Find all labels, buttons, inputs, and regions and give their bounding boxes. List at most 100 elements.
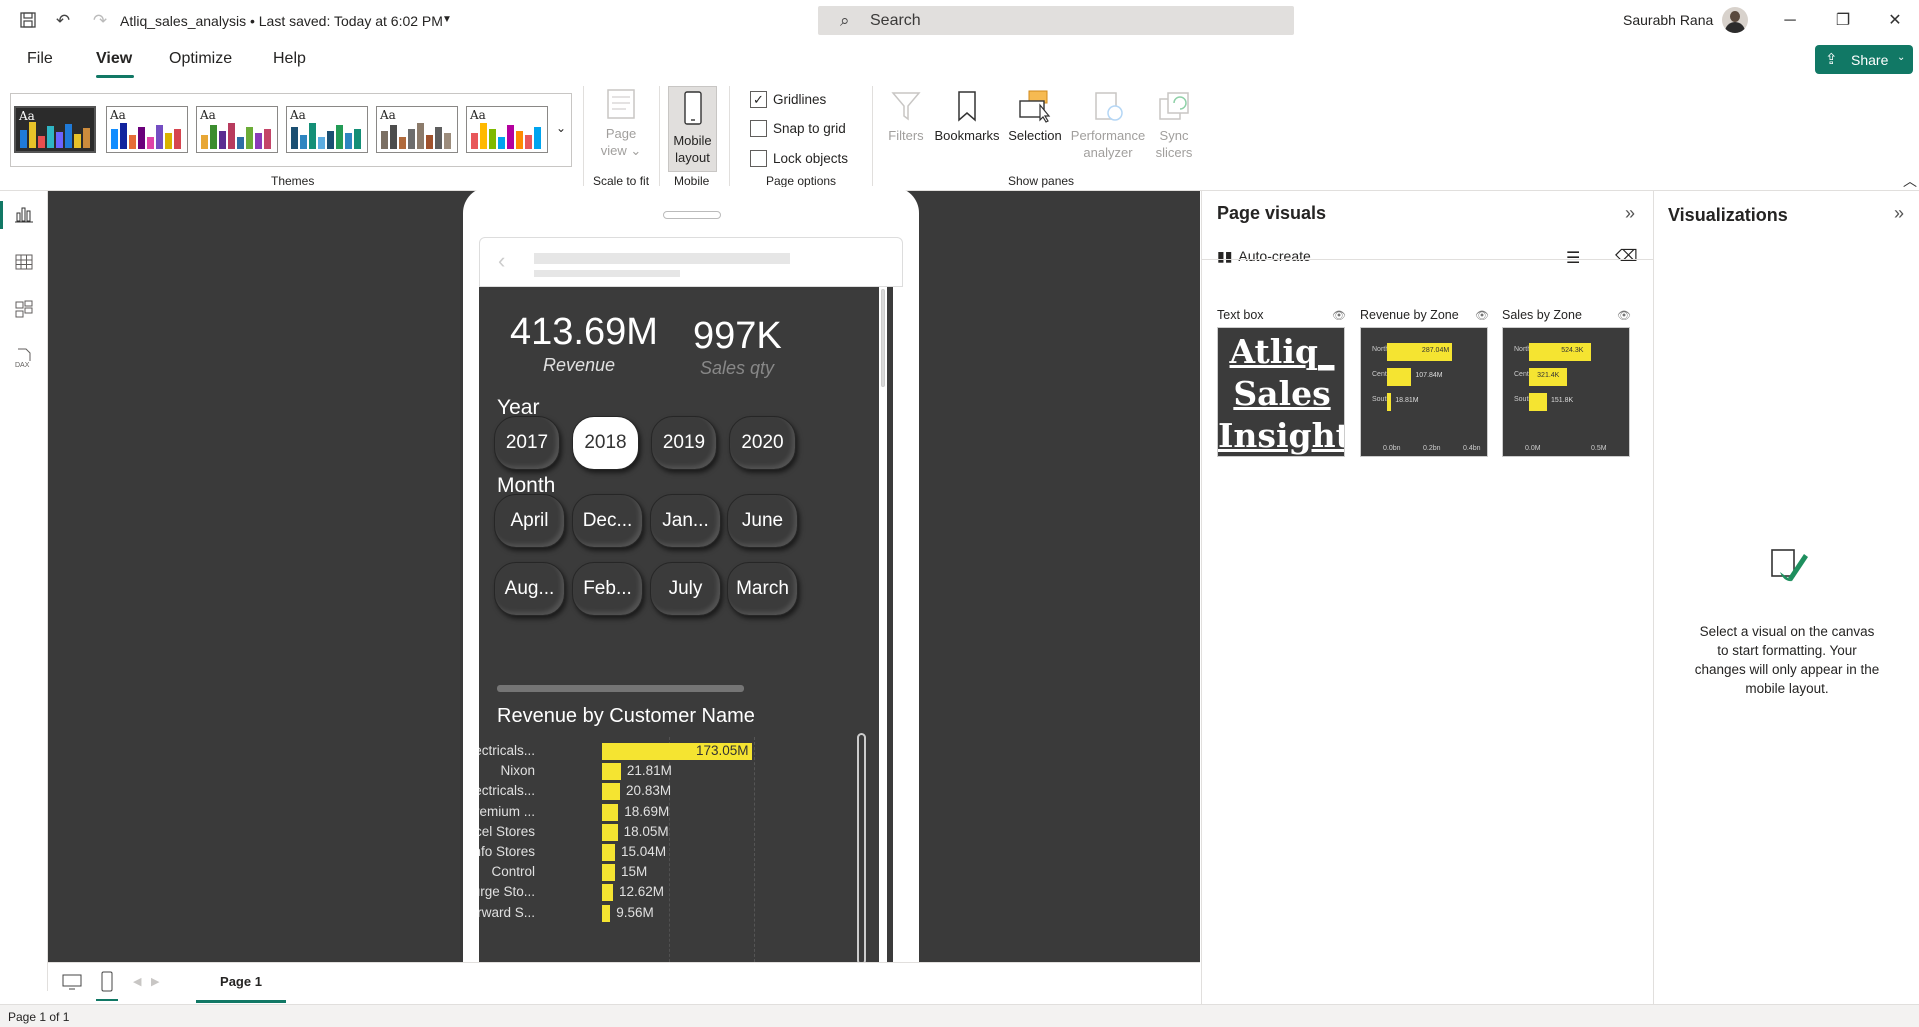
- redo-icon[interactable]: ↷: [90, 11, 110, 31]
- sales-qty-kpi-label: Sales qty: [700, 358, 775, 378]
- chart-bar[interactable]: [602, 803, 619, 821]
- chart-bar-row[interactable]: Nixon 21.81M: [479, 761, 819, 781]
- restore-icon[interactable]: ❐: [1828, 9, 1858, 33]
- year-slicer-button-selected[interactable]: 2018: [572, 416, 639, 470]
- ribbon-collapse-icon[interactable]: ︿: [1903, 171, 1917, 191]
- format-paintbrush-icon: [1766, 542, 1810, 586]
- save-icon[interactable]: [18, 11, 38, 31]
- revenue-kpi-value[interactable]: 413.69M: [510, 311, 658, 354]
- minimize-icon[interactable]: ─: [1775, 9, 1805, 33]
- chart-bar[interactable]: [602, 844, 616, 861]
- sync-slicers-button[interactable]: Sync slicers: [1150, 89, 1198, 161]
- visualizations-title: Visualizations: [1668, 205, 1788, 225]
- page-view-button[interactable]: Page view ⌄: [595, 87, 647, 159]
- mobile-layout-button[interactable]: Mobile layout: [668, 86, 717, 172]
- eye-icon[interactable]: 👁: [1475, 309, 1489, 322]
- textbox-thumbnail[interactable]: Atliq_ Sales Insight: [1217, 327, 1345, 457]
- undo-icon[interactable]: ↶: [53, 11, 73, 31]
- report-view-icon[interactable]: [13, 204, 35, 226]
- model-view-icon[interactable]: [13, 299, 35, 321]
- prev-page-icon[interactable]: ◀: [133, 975, 141, 988]
- theme-option[interactable]: Aa: [376, 106, 458, 153]
- dax-query-view-icon[interactable]: DAX: [13, 347, 35, 369]
- chart-bar[interactable]: [602, 823, 618, 841]
- chart-bar-row[interactable]: Premium ... 18.69M: [479, 802, 819, 822]
- mobile-layout-tab-icon[interactable]: [96, 967, 118, 1001]
- sales-qty-kpi-value[interactable]: 997K: [693, 315, 782, 358]
- theme-option[interactable]: Aa: [466, 106, 548, 153]
- chart-bar[interactable]: [602, 763, 621, 781]
- chart-bar-row[interactable]: Electricals... 173.05M: [479, 741, 819, 761]
- close-icon[interactable]: ✕: [1880, 9, 1910, 33]
- chart-bar-row[interactable]: Info Stores 15.04M: [479, 842, 819, 862]
- selection-pane-button[interactable]: Selection: [1004, 89, 1066, 144]
- visual-thumb-label: Revenue by Zone: [1360, 308, 1459, 322]
- desktop-layout-icon[interactable]: [62, 973, 82, 996]
- page-count-status: Page 1 of 1: [8, 1010, 70, 1024]
- filters-pane-button[interactable]: Filters: [880, 89, 932, 144]
- chart-category-label: Surge Sto...: [479, 884, 535, 900]
- revenue-by-zone-thumbnail[interactable]: North 287.04M Central 107.84M South 18.81M 0.0…: [1360, 327, 1488, 457]
- month-slicer-scrollbar[interactable]: [497, 685, 744, 692]
- user-name[interactable]: Saurabh Rana: [1623, 12, 1713, 28]
- themes-expand-icon[interactable]: ⌄: [556, 121, 566, 135]
- tab-file[interactable]: File: [27, 50, 53, 68]
- group-label-show-panes: Show panes: [1008, 174, 1075, 188]
- theme-option[interactable]: Aa: [14, 106, 96, 153]
- performance-analyzer-button[interactable]: Performance analyzer: [1066, 89, 1150, 161]
- chart-bar-row[interactable]: Excel Stores 18.05M: [479, 822, 819, 842]
- chart-data-label: 173.05M: [696, 743, 749, 758]
- chart-bar[interactable]: [602, 864, 615, 882]
- bookmarks-pane-button[interactable]: Bookmarks: [930, 89, 1004, 144]
- eye-icon[interactable]: 👁: [1332, 309, 1346, 322]
- month-slicer-button[interactable]: March: [727, 562, 798, 616]
- avatar[interactable]: [1722, 7, 1748, 33]
- mini-bar: [1529, 393, 1548, 411]
- ribbon: Aa Aa Aa Aa Aa Aa ⌄ Themes Page view ⌄ S…: [0, 81, 1919, 191]
- eye-icon[interactable]: 👁: [1617, 309, 1631, 322]
- chart-bar[interactable]: [602, 904, 611, 922]
- revenue-chart-title: Revenue by Customer Name: [497, 705, 755, 727]
- chart-bar[interactable]: [602, 783, 621, 801]
- month-slicer-button[interactable]: Dec...: [572, 494, 643, 548]
- tab-help[interactable]: Help: [273, 50, 306, 68]
- chart-bar-row[interactable]: Forward S... 9.56M: [479, 903, 819, 923]
- collapse-pane-icon[interactable]: »: [1894, 203, 1904, 224]
- page-tab[interactable]: Page 1: [196, 963, 286, 1003]
- group-label-themes: Themes: [271, 174, 315, 188]
- chart-scrollbar[interactable]: [857, 733, 866, 965]
- tab-view[interactable]: View: [96, 50, 132, 68]
- mobile-screen-scrollbar[interactable]: [879, 287, 887, 966]
- month-slicer-button[interactable]: Jan...: [650, 494, 721, 548]
- month-slicer-button[interactable]: Aug...: [494, 562, 565, 616]
- title-dropdown-icon[interactable]: ▼: [442, 14, 452, 25]
- chart-bar-row[interactable]: Control 15M: [479, 862, 819, 882]
- visual-thumb-label: Text box: [1217, 308, 1264, 322]
- theme-option[interactable]: Aa: [106, 106, 188, 153]
- year-slicer-button[interactable]: 2017: [494, 416, 560, 470]
- year-slicer-button[interactable]: 2019: [651, 416, 717, 470]
- auto-create-button[interactable]: ▮▮ Auto-create: [1217, 248, 1311, 265]
- chart-bar[interactable]: [602, 884, 613, 902]
- month-slicer-button[interactable]: June: [727, 494, 798, 548]
- month-slicer-button[interactable]: July: [650, 562, 721, 616]
- mini-axis-tick: 0.4bn: [1463, 445, 1481, 452]
- collapse-pane-icon[interactable]: »: [1625, 203, 1635, 224]
- filter-settings-icon[interactable]: ☰: [1566, 248, 1580, 268]
- search-box[interactable]: ⌕ Search: [818, 6, 1294, 35]
- month-slicer-button[interactable]: April: [494, 494, 565, 548]
- share-button[interactable]: ⇪ Share ⌄: [1815, 45, 1913, 74]
- chart-bar-row[interactable]: Electricals... 20.83M: [479, 781, 819, 801]
- year-slicer-button[interactable]: 2020: [729, 416, 796, 470]
- month-slicer-button[interactable]: Feb...: [572, 562, 643, 616]
- next-page-icon[interactable]: ▶: [151, 975, 159, 988]
- theme-option[interactable]: Aa: [286, 106, 368, 153]
- table-view-icon[interactable]: [13, 252, 35, 274]
- theme-option[interactable]: Aa: [196, 106, 278, 153]
- chart-bar-row[interactable]: Surge Sto... 12.62M: [479, 882, 819, 902]
- svg-text:DAX: DAX: [15, 362, 30, 369]
- sales-by-zone-thumbnail[interactable]: North 524.3K Central 321.4K South 151.8K 0.0M 0…: [1502, 327, 1630, 457]
- tab-optimize[interactable]: Optimize: [169, 50, 232, 68]
- eraser-icon[interactable]: ⌫: [1615, 246, 1638, 266]
- chart-category-label: Control: [491, 864, 535, 880]
